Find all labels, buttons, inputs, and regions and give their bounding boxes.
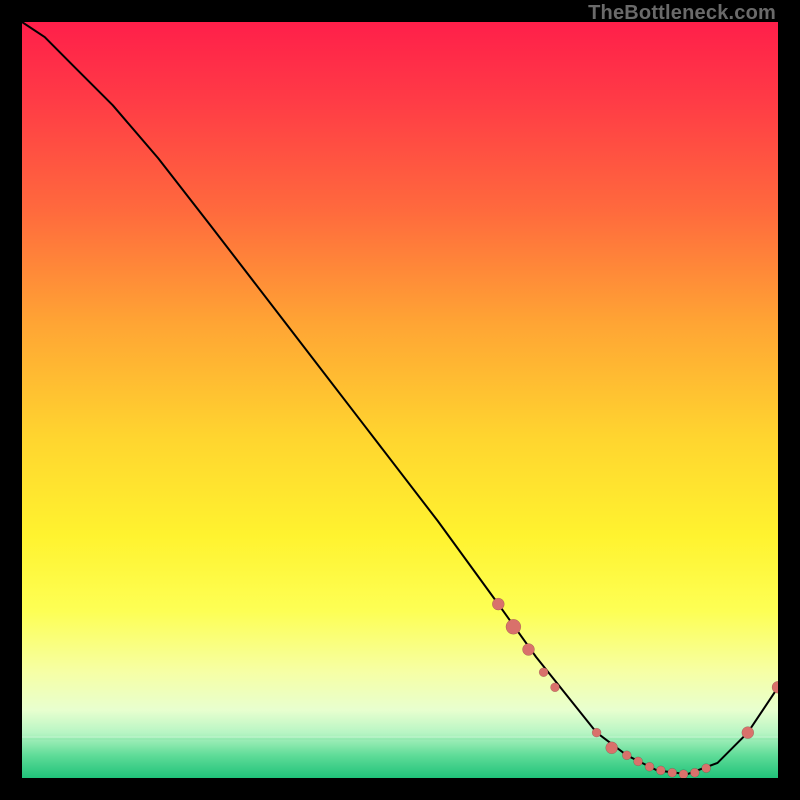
marker-dot bbox=[634, 757, 643, 766]
marker-dot bbox=[742, 727, 754, 739]
chart-frame: TheBottleneck.com bbox=[0, 0, 800, 800]
marker-dot bbox=[492, 598, 504, 610]
marker-dot bbox=[772, 681, 778, 693]
marker-dot bbox=[679, 770, 688, 778]
marker-dot bbox=[506, 619, 521, 634]
marker-dot bbox=[523, 644, 535, 656]
marker-dot bbox=[690, 768, 699, 777]
bottleneck-curve bbox=[22, 22, 778, 774]
marker-dot bbox=[656, 766, 665, 775]
curve-layer bbox=[22, 22, 778, 778]
marker-dot bbox=[622, 751, 631, 760]
marker-dot bbox=[645, 762, 654, 771]
plot-area bbox=[22, 22, 778, 778]
marker-dot bbox=[606, 742, 618, 754]
marker-dot bbox=[592, 728, 601, 737]
marker-dots bbox=[492, 598, 778, 778]
marker-dot bbox=[702, 764, 711, 773]
marker-dot bbox=[668, 768, 677, 777]
marker-dot bbox=[551, 683, 560, 692]
marker-dot bbox=[539, 668, 548, 677]
